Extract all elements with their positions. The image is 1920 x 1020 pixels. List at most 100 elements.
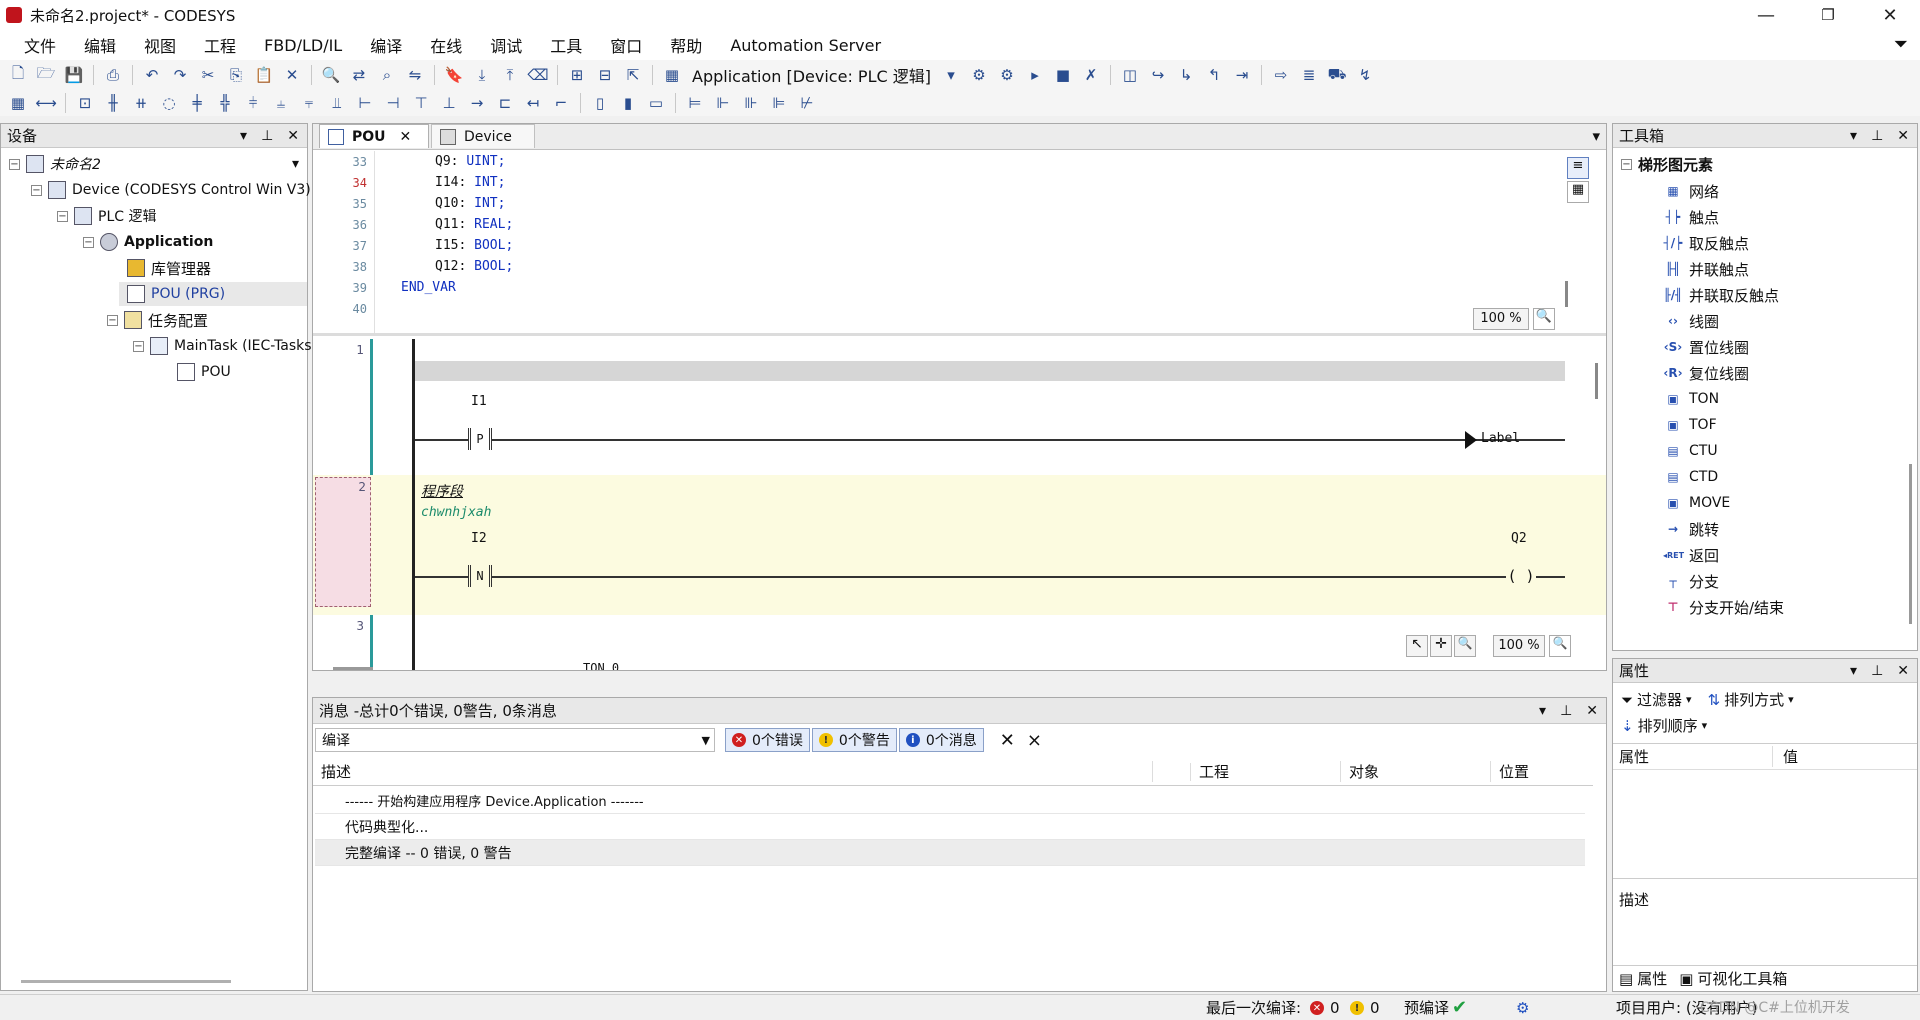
arrow-right-icon[interactable]: → (466, 92, 488, 114)
build-icon[interactable]: ▦ (661, 64, 683, 86)
copy-icon[interactable]: ⎘ (225, 64, 247, 86)
menu-online[interactable]: 在线 (416, 33, 476, 57)
collapse-icon[interactable]: − (107, 314, 118, 326)
insert-return-icon[interactable]: ⫧ (298, 92, 320, 114)
tool-ctd[interactable]: ▤ CTD (1663, 465, 1718, 489)
cart-icon[interactable]: ⛟ (1326, 64, 1348, 86)
message-row[interactable]: 完整编译 -- 0 错误, 0 警告 (315, 840, 1585, 866)
tool-move[interactable]: ▣ MOVE (1663, 491, 1730, 515)
tree-item-pou-call[interactable]: POU (177, 360, 231, 384)
align-center-icon[interactable]: ⊩ (712, 92, 734, 114)
network-title[interactable]: 程序段 (421, 481, 463, 501)
align-right-icon[interactable]: ⊪ (740, 92, 762, 114)
next-bookmark-icon[interactable]: ⤓ (471, 64, 493, 86)
align-left-icon[interactable]: ⊨ (684, 92, 706, 114)
tool-contact[interactable]: ┤┝ 触点 (1663, 205, 1719, 229)
insert-network-icon[interactable]: ▦ (7, 92, 29, 114)
save-icon[interactable]: 💾 (63, 64, 85, 86)
declaration-editor[interactable]: 33 Q9: UINT; 34 I14: INT; 35 Q10: INT; 36 Q1… (313, 151, 1606, 336)
column-description[interactable]: 描述 (313, 761, 1153, 782)
zoom-icon[interactable]: 🔍 (1533, 308, 1555, 330)
function-block-instance[interactable]: TON_0 (583, 661, 619, 670)
insert-coil-icon[interactable]: ◌ (158, 92, 180, 114)
insert-assignment-icon[interactable]: ⫫ (326, 92, 348, 114)
close-window-button[interactable]: ✕ (1862, 0, 1918, 30)
replace-in-project-icon[interactable]: ⇋ (404, 64, 426, 86)
step-over-icon[interactable]: ↪ (1147, 64, 1169, 86)
messages-toggle[interactable]: i 0个消息 (898, 728, 984, 752)
device-status-icon[interactable]: ⚙ (1516, 999, 1529, 1017)
menu-project[interactable]: 工程 (190, 33, 250, 57)
chevron-down-icon[interactable]: ▾ (940, 64, 962, 86)
collapse-icon[interactable]: − (83, 236, 94, 248)
collapse-icon[interactable]: − (57, 210, 68, 222)
tab-visualization-toolbox[interactable]: ▣ 可视化工具箱 (1673, 967, 1793, 991)
message-row[interactable]: ------ 开始构建应用程序 Device.Application -----… (315, 788, 1585, 814)
tree-item-pou-prg[interactable]: POU (PRG) (119, 282, 307, 306)
cut-icon[interactable]: ✂ (197, 64, 219, 86)
tool-negated-contact[interactable]: ┤/┝ 取反触点 (1663, 231, 1749, 255)
pointer-icon[interactable]: ↖ (1406, 635, 1428, 657)
negate-icon[interactable]: ⌐ (550, 92, 572, 114)
step-into-icon[interactable]: ↳ (1175, 64, 1197, 86)
insert-set-coil-icon[interactable]: ╬ (214, 92, 236, 114)
contact-variable[interactable]: I2 (471, 531, 487, 546)
menu-fbd-ld-il[interactable]: FBD/LD/IL (250, 36, 356, 55)
falling-edge-contact[interactable]: N (468, 565, 492, 587)
ladder-editor[interactable]: 1 I1 P Label 2 程序段 chwnhjxah I2 N Q2 ( )… (313, 339, 1606, 670)
breakpoint-icon[interactable]: ◫ (1119, 64, 1141, 86)
menu-edit[interactable]: 编辑 (70, 33, 130, 57)
collapse-icon[interactable]: − (1621, 159, 1632, 170)
insert-jump-icon[interactable]: ⫨ (270, 92, 292, 114)
column-property[interactable]: 属性 (1613, 746, 1773, 767)
menu-automation-server[interactable]: Automation Server (716, 36, 895, 55)
menu-debug[interactable]: 调试 (476, 33, 536, 57)
login-icon[interactable]: ⚙ (968, 64, 990, 86)
coil-variable[interactable]: Q2 (1511, 531, 1527, 546)
contact-variable[interactable]: I1 (471, 394, 487, 409)
tool-branch[interactable]: ┬ 分支 (1663, 569, 1719, 593)
insert-label-icon[interactable]: ⊏ (494, 92, 516, 114)
insert-parallel-contact-icon[interactable]: ╪ (186, 92, 208, 114)
collapse-icon[interactable]: − (9, 158, 20, 170)
step-out-icon[interactable]: ↰ (1203, 64, 1225, 86)
clear-all-icon[interactable]: ⨯ (1027, 730, 1042, 751)
delete-icon[interactable]: ✕ (281, 64, 303, 86)
move-icon[interactable]: ✛ (1430, 635, 1452, 657)
menu-build[interactable]: 编译 (356, 33, 416, 57)
active-application-selector[interactable]: Application [Device: PLC 逻辑] (686, 63, 937, 87)
chevron-down-icon[interactable]: ▾ (292, 156, 305, 172)
insert-input-icon[interactable]: ⊢ (354, 92, 376, 114)
find-icon[interactable]: 🔍 (320, 64, 342, 86)
menu-view[interactable]: 视图 (130, 33, 190, 57)
tool-reset-coil[interactable]: ‹R› 复位线圈 (1663, 361, 1749, 385)
tool-set-coil[interactable]: ‹S› 置位线圈 (1663, 335, 1749, 359)
precompile-label[interactable]: 预编译 (1404, 997, 1449, 1018)
coil[interactable]: ( ) (1506, 565, 1536, 587)
set-reset-icon[interactable]: ▮ (617, 92, 639, 114)
add-device-icon[interactable]: ⊟ (594, 64, 616, 86)
message-category-select[interactable]: 编译 ▼ (315, 728, 715, 752)
tree-item-library-manager[interactable]: 库管理器 (127, 256, 211, 280)
horizontal-scrollbar[interactable] (21, 980, 231, 983)
column-project[interactable]: 工程 (1191, 761, 1341, 782)
chevron-down-icon[interactable]: ▾ (1592, 127, 1600, 145)
collapse-icon[interactable]: − (133, 340, 144, 352)
sort-by-button[interactable]: 排列方式 (1724, 689, 1784, 710)
chevron-down-icon[interactable]: ▼ (702, 734, 714, 747)
view-declaration-text-icon[interactable]: ≡ (1567, 157, 1589, 179)
chevron-down-icon[interactable]: ▾ (1702, 719, 1708, 732)
column-object[interactable]: 对象 (1341, 761, 1491, 782)
clear-messages-icon[interactable]: ✕ (1000, 730, 1015, 751)
zoom-icon[interactable]: 🔍 (1549, 635, 1571, 657)
print-icon[interactable]: ⎙ (102, 64, 124, 86)
insert-box-icon[interactable]: ⊡ (74, 92, 96, 114)
close-panel-icon[interactable]: ✕ (1897, 128, 1909, 144)
vertical-scrollbar[interactable] (1909, 464, 1912, 624)
filter-button[interactable]: 过滤器 (1637, 689, 1682, 710)
column-position[interactable]: 位置 (1491, 761, 1591, 782)
add-object-icon[interactable]: ⊞ (566, 64, 588, 86)
export-icon[interactable]: ⇱ (622, 64, 644, 86)
pin-icon[interactable]: ⊥ (1871, 663, 1883, 679)
undo-icon[interactable]: ↶ (141, 64, 163, 86)
